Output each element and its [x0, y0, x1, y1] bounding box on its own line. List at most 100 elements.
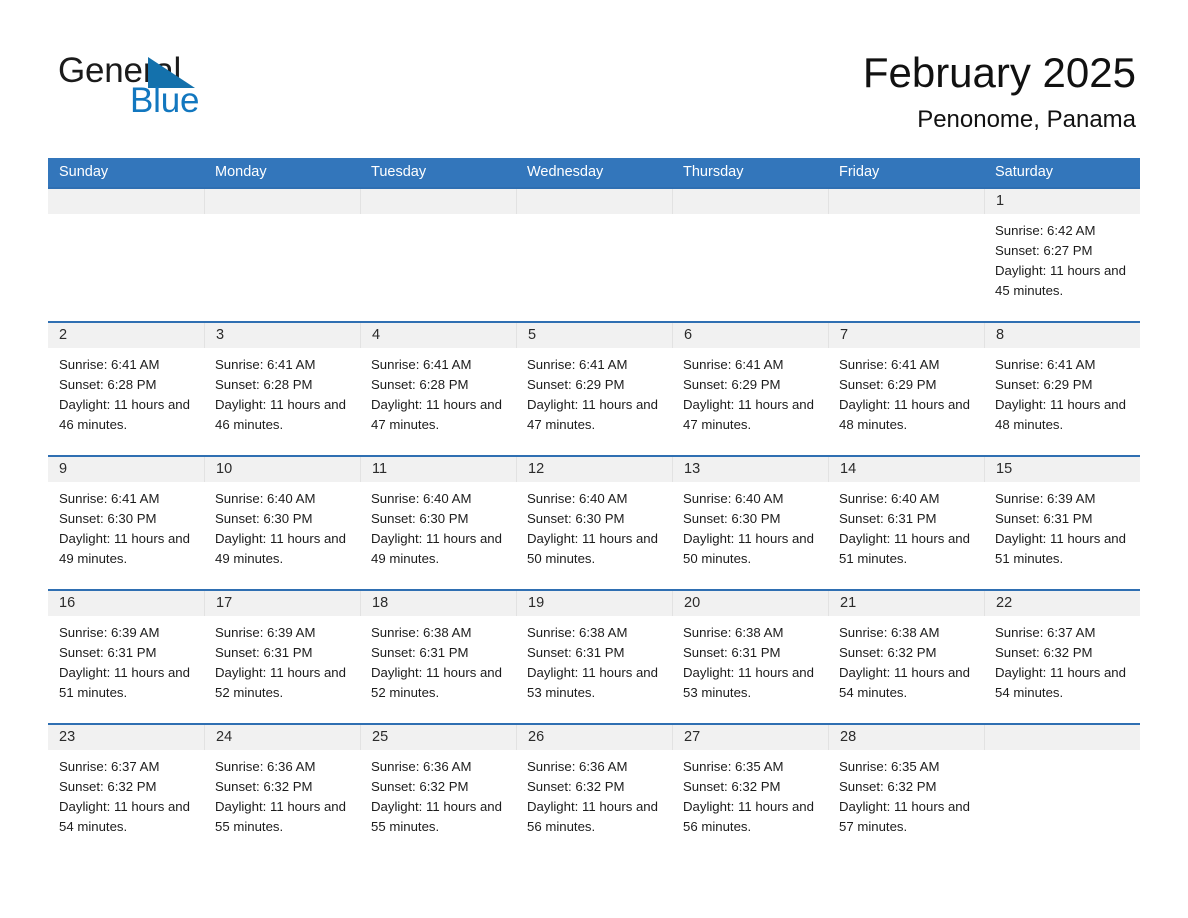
day-cell[interactable]: 14 Sunrise: 6:40 AM Sunset: 6:31 PM Dayligh… — [828, 457, 984, 589]
day-info: Sunrise: 6:37 AM Sunset: 6:32 PM Daylight:… — [984, 616, 1140, 703]
day-cell[interactable]: 7 Sunrise: 6:41 AM Sunset: 6:29 PM Daylight… — [828, 323, 984, 455]
daylight-text: Daylight: 11 hours and 51 minutes. — [995, 531, 1126, 566]
week-row: 23 Sunrise: 6:37 AM Sunset: 6:32 PM Dayligh… — [48, 723, 1140, 857]
day-number-band: 26 — [516, 725, 672, 750]
day-cell[interactable]: 6 Sunrise: 6:41 AM Sunset: 6:29 PM Daylight… — [672, 323, 828, 455]
sunrise-text: Sunrise: 6:41 AM — [59, 491, 160, 506]
sunrise-text: Sunrise: 6:40 AM — [683, 491, 784, 506]
day-info: Sunrise: 6:38 AM Sunset: 6:31 PM Daylight:… — [516, 616, 672, 703]
daylight-text: Daylight: 11 hours and 55 minutes. — [371, 799, 502, 834]
day-cell[interactable]: 26 Sunrise: 6:36 AM Sunset: 6:32 PM Dayligh… — [516, 725, 672, 857]
day-info: Sunrise: 6:40 AM Sunset: 6:30 PM Daylight:… — [360, 482, 516, 569]
day-number-band — [204, 189, 360, 214]
day-number: 16 — [59, 595, 76, 611]
day-info: Sunrise: 6:35 AM Sunset: 6:32 PM Daylight:… — [828, 750, 984, 837]
day-cell[interactable]: 17 Sunrise: 6:39 AM Sunset: 6:31 PM Dayligh… — [204, 591, 360, 723]
sunrise-text: Sunrise: 6:36 AM — [215, 759, 316, 774]
daylight-text: Daylight: 11 hours and 53 minutes. — [683, 665, 814, 700]
day-cell[interactable]: 25 Sunrise: 6:36 AM Sunset: 6:32 PM Dayligh… — [360, 725, 516, 857]
day-number-band: 5 — [516, 323, 672, 348]
day-number: 9 — [59, 461, 68, 477]
day-number: 27 — [684, 729, 701, 745]
weekday-header-friday: Friday — [839, 164, 880, 180]
day-cell[interactable]: 4 Sunrise: 6:41 AM Sunset: 6:28 PM Daylight… — [360, 323, 516, 455]
sunrise-text: Sunrise: 6:42 AM — [995, 223, 1096, 238]
sunset-text: Sunset: 6:32 PM — [683, 779, 781, 794]
daylight-text: Daylight: 11 hours and 53 minutes. — [527, 665, 658, 700]
daylight-text: Daylight: 11 hours and 54 minutes. — [839, 665, 970, 700]
day-number: 28 — [840, 729, 857, 745]
day-number-band: 27 — [672, 725, 828, 750]
day-cell[interactable]: 10 Sunrise: 6:40 AM Sunset: 6:30 PM Dayligh… — [204, 457, 360, 589]
day-cell[interactable]: 3 Sunrise: 6:41 AM Sunset: 6:28 PM Daylight… — [204, 323, 360, 455]
day-number-band: 24 — [204, 725, 360, 750]
day-number-band: 23 — [48, 725, 204, 750]
sunset-text: Sunset: 6:31 PM — [995, 511, 1093, 526]
sunset-text: Sunset: 6:29 PM — [683, 377, 781, 392]
day-info: Sunrise: 6:41 AM Sunset: 6:29 PM Daylight:… — [672, 348, 828, 435]
day-info: Sunrise: 6:42 AM Sunset: 6:27 PM Daylight:… — [984, 214, 1140, 301]
day-cell[interactable]: 2 Sunrise: 6:41 AM Sunset: 6:28 PM Daylight… — [48, 323, 204, 455]
day-cell[interactable]: 15 Sunrise: 6:39 AM Sunset: 6:31 PM Dayligh… — [984, 457, 1140, 589]
day-info: Sunrise: 6:36 AM Sunset: 6:32 PM Daylight:… — [204, 750, 360, 837]
sunset-text: Sunset: 6:32 PM — [995, 645, 1093, 660]
day-cell[interactable]: 12 Sunrise: 6:40 AM Sunset: 6:30 PM Dayligh… — [516, 457, 672, 589]
sunrise-text: Sunrise: 6:40 AM — [371, 491, 472, 506]
daylight-text: Daylight: 11 hours and 52 minutes. — [215, 665, 346, 700]
day-cell[interactable]: 28 Sunrise: 6:35 AM Sunset: 6:32 PM Dayligh… — [828, 725, 984, 857]
calendar-weeks: 1 Sunrise: 6:42 AM Sunset: 6:27 PM Daylight… — [48, 187, 1140, 857]
sunset-text: Sunset: 6:32 PM — [527, 779, 625, 794]
day-cell[interactable]: 5 Sunrise: 6:41 AM Sunset: 6:29 PM Daylight… — [516, 323, 672, 455]
day-number: 13 — [684, 461, 701, 477]
sunrise-text: Sunrise: 6:35 AM — [839, 759, 940, 774]
sunset-text: Sunset: 6:28 PM — [371, 377, 469, 392]
sunrise-text: Sunrise: 6:41 AM — [59, 357, 160, 372]
day-cell[interactable]: 23 Sunrise: 6:37 AM Sunset: 6:32 PM Dayligh… — [48, 725, 204, 857]
sunset-text: Sunset: 6:29 PM — [995, 377, 1093, 392]
day-cell[interactable]: 18 Sunrise: 6:38 AM Sunset: 6:31 PM Dayligh… — [360, 591, 516, 723]
day-info: Sunrise: 6:38 AM Sunset: 6:31 PM Daylight:… — [360, 616, 516, 703]
general-blue-logo[interactable]: General Blue — [58, 52, 288, 124]
day-number: 12 — [528, 461, 545, 477]
week-row: 2 Sunrise: 6:41 AM Sunset: 6:28 PM Daylight… — [48, 321, 1140, 455]
day-number-band: 4 — [360, 323, 516, 348]
daylight-text: Daylight: 11 hours and 50 minutes. — [683, 531, 814, 566]
day-cell[interactable]: 8 Sunrise: 6:41 AM Sunset: 6:29 PM Daylight… — [984, 323, 1140, 455]
day-cell-empty — [828, 189, 984, 321]
day-cell-empty — [204, 189, 360, 321]
day-cell-empty — [984, 725, 1140, 857]
day-cell[interactable]: 21 Sunrise: 6:38 AM Sunset: 6:32 PM Dayligh… — [828, 591, 984, 723]
day-cell[interactable]: 11 Sunrise: 6:40 AM Sunset: 6:30 PM Dayligh… — [360, 457, 516, 589]
weekday-header-sunday: Sunday — [59, 164, 109, 180]
daylight-text: Daylight: 11 hours and 51 minutes. — [59, 665, 190, 700]
day-cell[interactable]: 19 Sunrise: 6:38 AM Sunset: 6:31 PM Dayligh… — [516, 591, 672, 723]
day-cell[interactable]: 20 Sunrise: 6:38 AM Sunset: 6:31 PM Dayligh… — [672, 591, 828, 723]
daylight-text: Daylight: 11 hours and 56 minutes. — [527, 799, 658, 834]
sunset-text: Sunset: 6:31 PM — [839, 511, 937, 526]
day-cell[interactable]: 13 Sunrise: 6:40 AM Sunset: 6:30 PM Dayligh… — [672, 457, 828, 589]
day-info: Sunrise: 6:37 AM Sunset: 6:32 PM Daylight:… — [48, 750, 204, 837]
day-cell[interactable]: 24 Sunrise: 6:36 AM Sunset: 6:32 PM Dayligh… — [204, 725, 360, 857]
day-cell[interactable]: 9 Sunrise: 6:41 AM Sunset: 6:30 PM Daylight… — [48, 457, 204, 589]
day-number: 22 — [996, 595, 1013, 611]
day-number-band: 13 — [672, 457, 828, 482]
day-cell[interactable]: 27 Sunrise: 6:35 AM Sunset: 6:32 PM Dayligh… — [672, 725, 828, 857]
sunset-text: Sunset: 6:31 PM — [371, 645, 469, 660]
day-cell[interactable]: 16 Sunrise: 6:39 AM Sunset: 6:31 PM Dayligh… — [48, 591, 204, 723]
sunset-text: Sunset: 6:30 PM — [215, 511, 313, 526]
logo-text-blue: Blue — [130, 81, 200, 120]
sunset-text: Sunset: 6:31 PM — [527, 645, 625, 660]
day-info: Sunrise: 6:39 AM Sunset: 6:31 PM Daylight:… — [204, 616, 360, 703]
day-number-band — [360, 189, 516, 214]
day-cell[interactable]: 1 Sunrise: 6:42 AM Sunset: 6:27 PM Daylight… — [984, 189, 1140, 321]
calendar-grid: Sunday Monday Tuesday Wednesday Thursday Frid… — [48, 158, 1140, 857]
day-info: Sunrise: 6:41 AM Sunset: 6:30 PM Daylight:… — [48, 482, 204, 569]
daylight-text: Daylight: 11 hours and 47 minutes. — [527, 397, 658, 432]
week-row: 1 Sunrise: 6:42 AM Sunset: 6:27 PM Daylight… — [48, 187, 1140, 321]
title-block: February 2025 Penonome, Panama — [863, 48, 1136, 134]
daylight-text: Daylight: 11 hours and 48 minutes. — [995, 397, 1126, 432]
sunset-text: Sunset: 6:28 PM — [215, 377, 313, 392]
day-number-band — [672, 189, 828, 214]
day-cell[interactable]: 22 Sunrise: 6:37 AM Sunset: 6:32 PM Dayligh… — [984, 591, 1140, 723]
day-number: 6 — [684, 327, 693, 343]
